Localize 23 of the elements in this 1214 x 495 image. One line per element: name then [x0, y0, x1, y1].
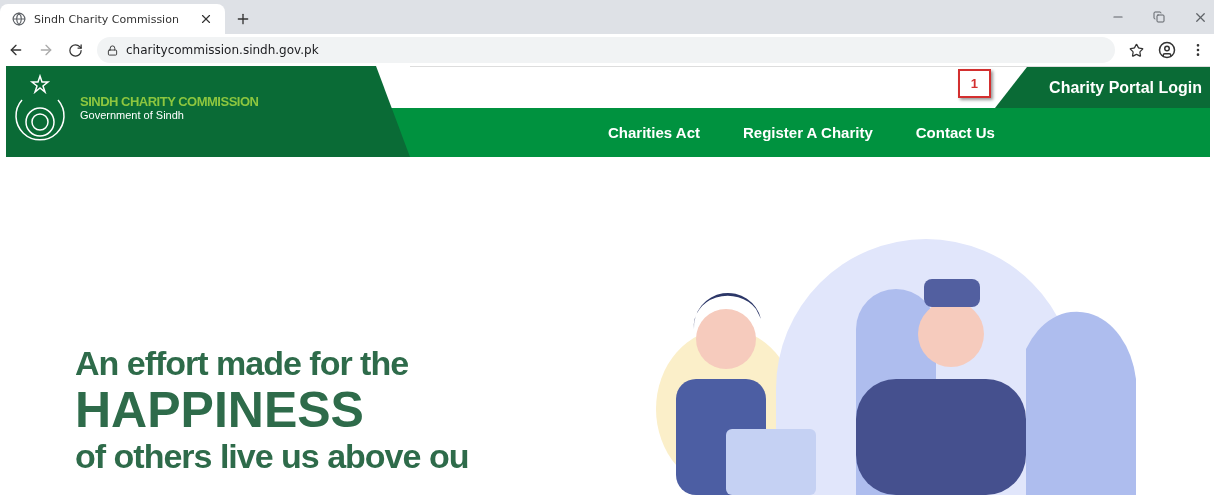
close-tab-icon[interactable] [199, 12, 213, 26]
hero-heading-line: An effort made for the [75, 345, 410, 383]
restore-icon[interactable] [1153, 11, 1165, 23]
profile-icon[interactable] [1158, 41, 1176, 59]
reload-icon[interactable] [68, 42, 83, 58]
lock-icon [107, 44, 118, 56]
back-icon[interactable] [8, 42, 24, 58]
hero-heading-line: HAPPINESS [75, 382, 365, 438]
tab-title: Sindh Charity Commission [34, 12, 180, 26]
site-title: SINDH CHARITY COMMISSION [80, 94, 259, 109]
nav-link[interactable]: Charities Act [608, 124, 700, 141]
new-tab-icon[interactable] [235, 11, 251, 27]
portal-login-link[interactable]: Charity Portal Login [995, 67, 1210, 108]
annotation-marker: 1 [957, 69, 991, 98]
nav-link[interactable]: Contact Us [915, 124, 995, 141]
browser-tab[interactable]: Sindh Charity Commission [0, 4, 225, 34]
star-icon[interactable] [1129, 42, 1144, 58]
hero-heading-line: of others live us above ou [75, 437, 470, 475]
site-subtitle: Government of Sindh [80, 109, 185, 121]
address-field[interactable]: charitycommission.sindh.gov.pk [97, 37, 1115, 63]
globe-icon [12, 12, 26, 26]
url-text: charitycommission.sindh.gov.pk [126, 43, 319, 57]
nav-link[interactable]: Register A Charity [743, 124, 873, 141]
